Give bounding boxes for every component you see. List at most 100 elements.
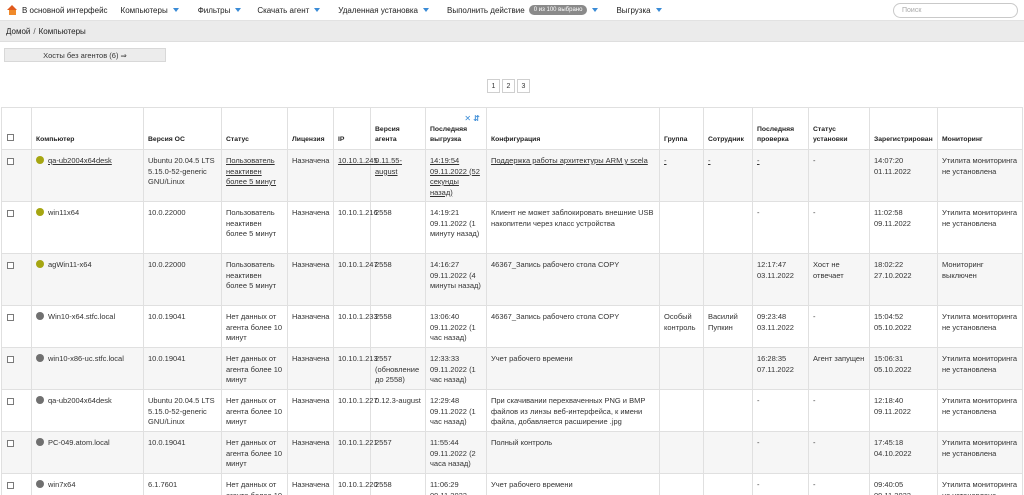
cell-status: Нет данных от агента более 10 минут (221, 431, 288, 474)
status-dot-icon (36, 438, 44, 446)
row-checkbox[interactable] (7, 158, 14, 165)
cell-text: Назначена (292, 312, 330, 321)
cell-license: Назначена (287, 347, 334, 390)
col-monitoring[interactable]: Мониторинг (937, 107, 1023, 150)
row-checkbox[interactable] (7, 482, 14, 489)
cell-text: - (664, 156, 667, 165)
cell-status[interactable]: Пользователь неактивен более 5 минут (221, 149, 288, 202)
cell-text: Учет рабочего времени (491, 354, 573, 363)
cell-computer[interactable]: agWin11-x64 (31, 253, 144, 306)
hosts-without-agents-button[interactable]: Хосты без агентов (6) ⇒ (4, 48, 166, 62)
cell-os: 10.0.19041 (143, 347, 222, 390)
cell-status: Пользователь неактивен более 5 минут (221, 253, 288, 306)
cell-upload: 12:33:33 09.11.2022 (1 час назад) (425, 347, 487, 390)
nav-computers-menu[interactable]: Компьютеры (121, 0, 179, 21)
row-checkbox[interactable] (7, 356, 14, 363)
sort-desc-icon[interactable]: ⇵ (473, 114, 480, 123)
cell-status: Пользователь неактивен более 5 минут (221, 201, 288, 254)
nav-download-agent-menu[interactable]: Скачать агент (257, 0, 321, 21)
page-button-1[interactable]: 1 (487, 79, 500, 93)
cell-upload[interactable]: 14:19:54 09.11.2022 (52 секунды назад) (425, 149, 487, 202)
cell-text: 10.10.1.227 (338, 396, 378, 405)
cell-computer[interactable]: win10-x86-uc.stfc.local (31, 347, 144, 390)
cell-employee[interactable]: - (703, 149, 753, 202)
cell-install: - (808, 431, 870, 474)
col-employee[interactable]: Сотрудник (703, 107, 753, 150)
select-all-checkbox[interactable] (7, 133, 14, 141)
table-row[interactable]: win11x64 10.0.22000 Пользователь неактивен… (1, 201, 1023, 254)
cell-ip[interactable]: 10.10.1.245 (333, 149, 378, 202)
table-row[interactable]: win7x64 6.1.7601 Нет данных от агента боле… (1, 473, 1023, 495)
col-os[interactable]: Версия ОС (143, 107, 222, 150)
cell-computer[interactable]: win11x64 (31, 201, 144, 254)
col-last-upload[interactable]: ✕ ⇵ Последняя выгрузка (425, 107, 487, 150)
table-row[interactable]: agWin11-x64 10.0.22000 Пользователь неакти… (1, 253, 1023, 306)
col-last-check[interactable]: Последняя проверка (752, 107, 809, 150)
cell-text: 16:28:35 07.11.2022 (757, 354, 794, 374)
col-group[interactable]: Группа (659, 107, 704, 150)
nav-download-agent-label: Скачать агент (257, 5, 310, 15)
cell-text: win7x64 (48, 480, 76, 489)
nav-filters-menu[interactable]: Фильтры (198, 0, 242, 21)
col-computer[interactable]: Компьютер (31, 107, 144, 150)
col-config[interactable]: Конфигурация (486, 107, 660, 150)
cell-monitoring: Мониторинг выключен (937, 253, 1023, 306)
cell-text: Утилита мониторинга не установлена (942, 354, 1017, 374)
cell-computer[interactable]: win7x64 (31, 473, 144, 495)
col-install-status[interactable]: Статус установки (808, 107, 870, 150)
cell-computer[interactable]: Win10-x64.stfc.local (31, 305, 144, 348)
cell-text: Учет рабочего времени (491, 480, 573, 489)
cell-config: 46367_Запись рабочего стола COPY (486, 305, 660, 348)
cell-check: 12:17:47 03.11.2022 (752, 253, 809, 306)
nav-filters-label: Фильтры (197, 5, 231, 15)
table-row[interactable]: PC-049.atom.local 10.0.19041 Нет данных от… (1, 431, 1023, 474)
cell-text: - (813, 396, 816, 405)
search-input[interactable] (893, 3, 1018, 18)
cell-text: 0.11.55-august (375, 156, 402, 176)
row-checkbox[interactable] (7, 262, 14, 269)
col-registered[interactable]: Зарегистрирован (869, 107, 938, 150)
nav-remote-install-menu[interactable]: Удаленная установка (338, 0, 429, 21)
cell-text: Ubuntu 20.04.5 LTS 5.15.0-52-generic GNU… (148, 156, 215, 186)
cell-agent[interactable]: 0.11.55-august (370, 149, 426, 202)
table-row[interactable]: qa-ub2004x64desk Ubuntu 20.04.5 LTS 5.15.… (1, 389, 1023, 432)
nav-action-menu[interactable]: Выполнить действие 0 из 100 выбрано (447, 0, 599, 21)
cell-text: Назначена (292, 260, 330, 269)
cell-install: Агент запущен (808, 347, 870, 390)
page-button-2[interactable]: 2 (502, 79, 515, 93)
clear-sort-icon[interactable]: ✕ (464, 114, 471, 123)
cell-text: 10.10.1.245 (338, 156, 378, 165)
row-checkbox[interactable] (7, 398, 14, 405)
table-row[interactable]: win10-x86-uc.stfc.local 10.0.19041 Нет дан… (1, 347, 1023, 390)
cell-install: - (808, 473, 870, 495)
cell-check: - (752, 389, 809, 432)
cell-config[interactable]: Поддержка работы архитектуры ARM у scela (486, 149, 660, 202)
cell-text: - (813, 438, 816, 447)
row-checkbox[interactable] (7, 440, 14, 447)
col-agent-version[interactable]: Версия агента (370, 107, 426, 150)
col-ip[interactable]: IP (333, 107, 371, 150)
table-row[interactable]: Win10-x64.stfc.local 10.0.19041 Нет данных… (1, 305, 1023, 348)
nav-home-link[interactable]: В основной интерфейс (7, 0, 108, 21)
col-license[interactable]: Лицензия (287, 107, 334, 150)
row-checkbox[interactable] (7, 314, 14, 321)
col-status[interactable]: Статус (221, 107, 288, 150)
page-button-3[interactable]: 3 (517, 79, 530, 93)
sort-controls[interactable]: ✕ ⇵ (464, 114, 480, 124)
cell-text: 12:17:47 03.11.2022 (757, 260, 794, 280)
row-checkbox[interactable] (7, 210, 14, 217)
cell-monitoring: Утилита мониторинга не установлена (937, 389, 1023, 432)
cell-computer[interactable]: qa-ub2004x64desk (31, 149, 144, 202)
breadcrumb-home-link[interactable]: Домой (6, 27, 30, 36)
row-select-cell (1, 347, 32, 390)
nav-export-menu[interactable]: Выгрузка (616, 0, 662, 21)
cell-license: Назначена (287, 473, 334, 495)
cell-text: 14:16:27 09.11.2022 (4 минуты назад) (430, 260, 481, 290)
cell-group[interactable]: - (659, 149, 704, 202)
cell-check[interactable]: - (752, 149, 809, 202)
cell-text: Win10-x64.stfc.local (48, 312, 116, 321)
cell-text: Василий Пупкин (708, 312, 738, 332)
cell-computer[interactable]: PC-049.atom.local (31, 431, 144, 474)
cell-computer[interactable]: qa-ub2004x64desk (31, 389, 144, 432)
table-row[interactable]: qa-ub2004x64desk Ubuntu 20.04.5 LTS 5.15.… (1, 149, 1023, 202)
